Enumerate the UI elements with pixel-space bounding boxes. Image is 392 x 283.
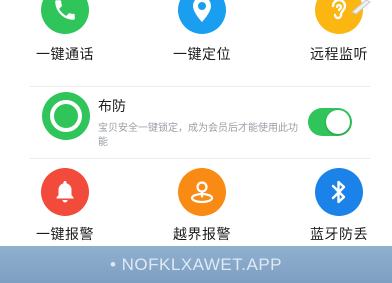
one-key-alarm-button[interactable]: 一键报警 — [10, 168, 120, 244]
one-key-locate-button[interactable]: 一键定位 — [147, 0, 257, 64]
one-key-call-button[interactable]: 一键通话 — [10, 0, 120, 64]
location-pin-icon — [178, 0, 226, 34]
arm-title: 布防 — [98, 99, 126, 115]
watermark-text: • NOFKLXAWET.APP — [109, 254, 283, 274]
divider-top — [30, 86, 370, 87]
bell-icon — [41, 168, 89, 216]
arm-ring-icon — [42, 92, 90, 140]
bluetooth-anti-loss-label: 蓝牙防丢 — [310, 227, 368, 243]
remote-listen-button[interactable]: 远程监听 — [284, 0, 392, 64]
toggle-knob — [326, 110, 350, 134]
function-row-bottom: 一键报警 越界报警 蓝牙防丢 — [0, 168, 392, 248]
divider-bottom — [30, 158, 370, 159]
arm-toggle-switch[interactable] — [308, 108, 352, 136]
footer-watermark-band: • NOFKLXAWET.APP — [0, 246, 392, 283]
arm-protection-row: 布防 宝贝安全一键锁定，成为会员后才能使用此功能 — [36, 88, 366, 158]
boundary-alarm-label: 越界报警 — [173, 227, 231, 243]
phone-icon — [41, 0, 89, 34]
one-key-call-label: 一键通话 — [36, 47, 94, 63]
boundary-alarm-icon — [178, 168, 226, 216]
boundary-alarm-button[interactable]: 越界报警 — [147, 168, 257, 244]
bluetooth-icon — [315, 168, 363, 216]
bluetooth-anti-loss-button[interactable]: 蓝牙防丢 — [284, 168, 392, 244]
one-key-locate-label: 一键定位 — [173, 47, 231, 63]
arm-description: 宝贝安全一键锁定，成为会员后才能使用此功能 — [98, 123, 298, 148]
remote-listen-label: 远程监听 — [310, 47, 368, 63]
function-row-top: 一键通话 一键定位 远程监听 — [0, 0, 392, 86]
one-key-alarm-label: 一键报警 — [36, 227, 94, 243]
corner-badge-icon — [351, 0, 371, 15]
